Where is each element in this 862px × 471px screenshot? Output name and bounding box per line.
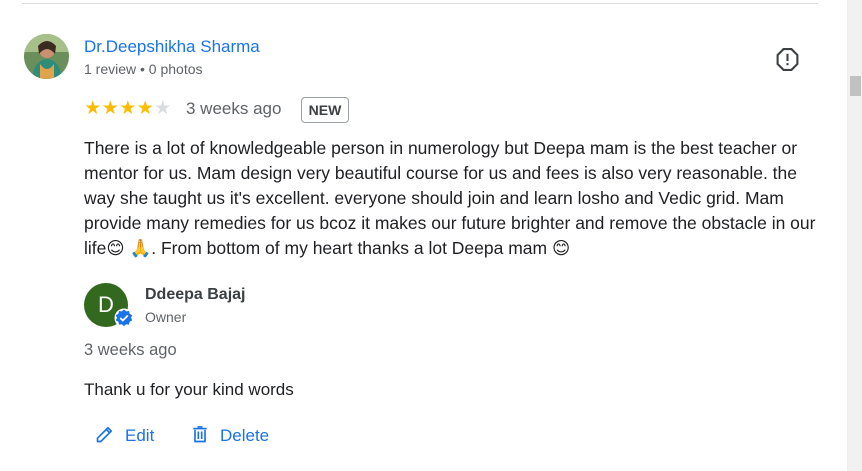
star-filled-icon: ★ [136,98,154,119]
review-text: There is a lot of knowledgeable person i… [84,138,816,258]
verified-check-icon [114,308,134,328]
star-filled-icon: ★ [119,98,137,119]
owner-name: Ddeepa Bajaj [145,286,246,303]
star-filled-icon: ★ [84,98,102,119]
review-card: Dr.Deepshikha Sharma 1 review • 0 photos… [0,0,862,471]
owner-role: Owner [145,309,187,325]
trash-icon [190,424,210,449]
report-icon[interactable] [775,47,800,72]
scrollbar-thumb[interactable] [850,76,861,96]
scrollbar[interactable] [847,0,862,471]
reviewer-meta: 1 review • 0 photos [84,61,203,77]
reviewer-avatar[interactable] [24,34,69,79]
review-time: 3 weeks ago [186,99,282,118]
star-filled-icon: ★ [101,98,119,119]
new-badge: NEW [301,97,349,123]
delete-label: Delete [220,426,270,445]
reply-time: 3 weeks ago [84,341,177,359]
edit-label: Edit [125,426,155,445]
star-rating: ★ ★ ★ ★ ★ [84,98,172,120]
delete-button[interactable]: Delete [190,424,269,448]
edit-button[interactable]: Edit [95,424,154,448]
star-empty-icon: ★ [154,98,172,119]
reply-text: Thank u for your kind words [84,380,294,399]
pencil-icon [95,424,115,449]
reviewer-name[interactable]: Dr.Deepshikha Sharma [84,37,260,57]
divider [22,3,818,4]
